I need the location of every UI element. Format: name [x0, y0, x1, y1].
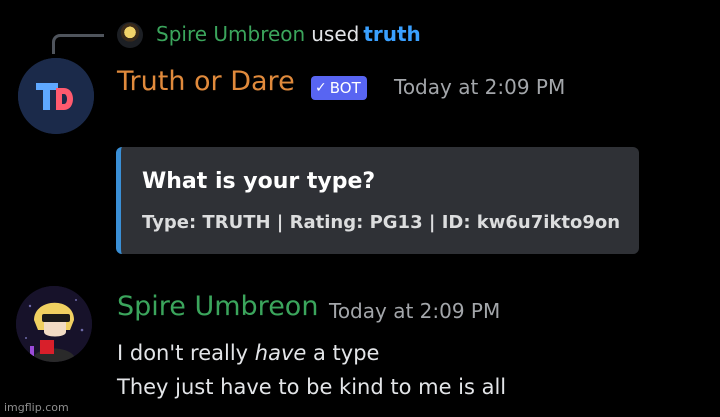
- message-line-1-suffix: a type: [313, 341, 380, 365]
- message-line-1-prefix: I don't really: [117, 341, 249, 365]
- bot-badge: ✓ BOT: [311, 76, 367, 100]
- user-message-timestamp[interactable]: Today at 2:09 PM: [329, 299, 500, 323]
- message-line-1: I don't really have a type: [117, 341, 379, 365]
- bot-badge-label: BOT: [329, 79, 361, 97]
- embed-footer: Type: TRUTH | Rating: PG13 | ID: kw6u7ik…: [142, 212, 621, 233]
- bot-message-timestamp[interactable]: Today at 2:09 PM: [394, 75, 565, 99]
- user-avatar[interactable]: [16, 286, 92, 362]
- bot-avatar[interactable]: [18, 58, 94, 134]
- td-logo-icon: [18, 58, 94, 134]
- bot-author-name[interactable]: Truth or Dare: [117, 66, 295, 97]
- reply-connector: [52, 34, 104, 54]
- message-embed: What is your type? Type: TRUTH | Rating:…: [116, 147, 639, 254]
- watermark: imgflip.com: [4, 401, 69, 414]
- reply-avatar[interactable]: [117, 22, 143, 48]
- user-avatar-art-icon: [16, 286, 92, 362]
- reply-used-text: used: [311, 22, 360, 46]
- verified-check-icon: ✓: [315, 80, 327, 96]
- message-line-2: They just have to be kind to me is all: [117, 375, 507, 399]
- user-author-name[interactable]: Spire Umbreon: [117, 291, 318, 322]
- message-line-1-emphasis: have: [254, 341, 307, 365]
- reply-command[interactable]: truth: [363, 22, 420, 46]
- embed-title: What is your type?: [142, 169, 376, 194]
- reply-context: Spire Umbreon used truth: [156, 22, 421, 46]
- reply-username[interactable]: Spire Umbreon: [156, 22, 305, 46]
